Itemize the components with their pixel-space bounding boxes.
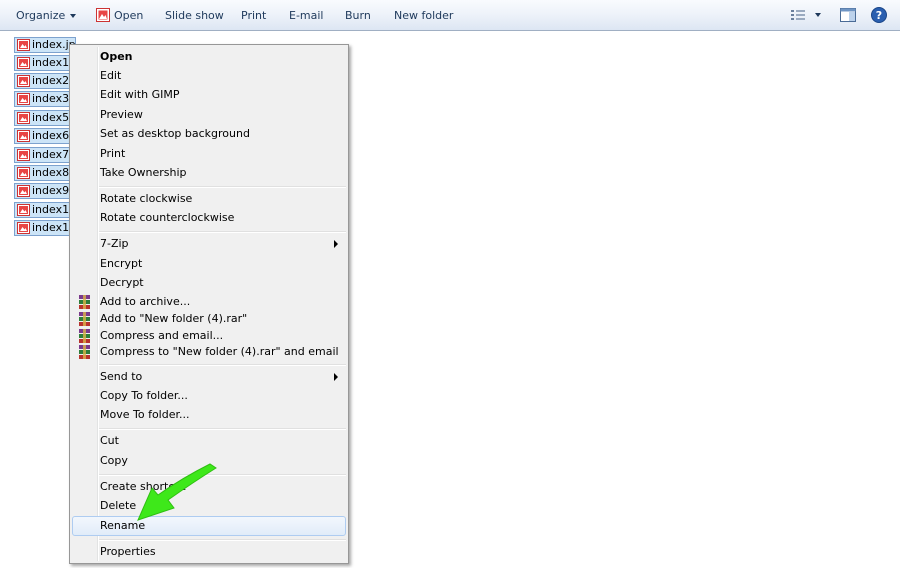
submenu-arrow-icon bbox=[334, 373, 338, 381]
image-open-icon[interactable] bbox=[96, 8, 110, 22]
file-item[interactable]: index7.jp bbox=[14, 147, 76, 163]
menu-item-label: Rotate clockwise bbox=[100, 192, 193, 205]
open-button[interactable]: Open bbox=[114, 0, 143, 31]
menu-item-copy-to-folder[interactable]: Copy To folder... bbox=[72, 387, 346, 405]
menu-separator bbox=[99, 364, 346, 366]
menu-item-edit-gimp[interactable]: Edit with GIMP bbox=[72, 86, 346, 104]
file-item[interactable]: index10. bbox=[14, 202, 76, 218]
menu-item-encrypt[interactable]: Encrypt bbox=[72, 255, 346, 273]
menu-item-send-to[interactable]: Send to bbox=[72, 368, 346, 386]
menu-item-label: Send to bbox=[100, 370, 143, 383]
menu-item-7zip[interactable]: 7-Zip bbox=[72, 235, 346, 253]
menu-separator bbox=[99, 428, 346, 430]
winrar-icon bbox=[79, 312, 90, 326]
file-item[interactable]: index2.jp bbox=[14, 73, 76, 89]
image-file-icon bbox=[17, 93, 30, 105]
views-chevron-down-icon[interactable] bbox=[815, 13, 821, 17]
menu-item-label: Rotate counterclockwise bbox=[100, 211, 235, 224]
file-item[interactable]: index.jpg bbox=[14, 37, 76, 53]
menu-item-label: Move To folder... bbox=[100, 408, 190, 421]
email-button[interactable]: E-mail bbox=[289, 0, 324, 31]
menu-item-label: Print bbox=[100, 147, 126, 160]
image-file-icon bbox=[17, 149, 30, 161]
file-item[interactable]: index5.jp bbox=[14, 110, 76, 126]
organize-label: Organize bbox=[16, 9, 66, 22]
menu-item-add-to-rar[interactable]: Add to "New folder (4).rar" bbox=[72, 310, 346, 328]
menu-separator bbox=[99, 539, 346, 541]
help-icon[interactable]: ? bbox=[871, 7, 887, 23]
menu-item-label: Encrypt bbox=[100, 257, 143, 270]
menu-item-edit[interactable]: Edit bbox=[72, 67, 346, 85]
menu-separator bbox=[99, 231, 346, 233]
image-file-icon bbox=[17, 75, 30, 87]
winrar-icon bbox=[79, 345, 90, 359]
preview-pane-icon[interactable] bbox=[840, 8, 856, 23]
image-file-icon bbox=[17, 39, 30, 51]
image-file-icon bbox=[17, 222, 30, 234]
winrar-icon bbox=[79, 295, 90, 309]
menu-item-label: Open bbox=[100, 50, 133, 63]
chevron-down-icon bbox=[70, 14, 77, 18]
views-icon[interactable] bbox=[790, 8, 807, 23]
image-file-icon bbox=[17, 112, 30, 124]
menu-item-label: Preview bbox=[100, 108, 143, 121]
menu-item-add-to-archive[interactable]: Add to archive... bbox=[72, 293, 346, 311]
menu-item-label: Compress to "New folder (4).rar" and ema… bbox=[100, 345, 339, 358]
menu-item-label: Decrypt bbox=[100, 276, 144, 289]
menu-item-cut[interactable]: Cut bbox=[72, 432, 346, 450]
menu-item-label: Add to "New folder (4).rar" bbox=[100, 312, 248, 325]
winrar-icon bbox=[79, 329, 90, 343]
file-item[interactable]: index9.jp bbox=[14, 183, 76, 199]
menu-item-set-desktop-background[interactable]: Set as desktop background bbox=[72, 125, 346, 143]
menu-item-label: Cut bbox=[100, 434, 119, 447]
submenu-arrow-icon bbox=[334, 240, 338, 248]
menu-item-label: Copy To folder... bbox=[100, 389, 188, 402]
file-item[interactable]: index11. bbox=[14, 220, 76, 236]
menu-item-label: Take Ownership bbox=[100, 166, 187, 179]
image-file-icon bbox=[17, 167, 30, 179]
menu-item-properties[interactable]: Properties bbox=[72, 543, 346, 561]
menu-item-compress-rar-and-email[interactable]: Compress to "New folder (4).rar" and ema… bbox=[72, 343, 346, 361]
menu-item-decrypt[interactable]: Decrypt bbox=[72, 274, 346, 292]
menu-item-label: 7-Zip bbox=[100, 237, 129, 250]
menu-item-take-ownership[interactable]: Take Ownership bbox=[72, 164, 346, 182]
image-file-icon bbox=[17, 185, 30, 197]
image-file-icon bbox=[17, 57, 30, 69]
menu-item-label: Add to archive... bbox=[100, 295, 191, 308]
file-item[interactable]: index6.jp bbox=[14, 128, 76, 144]
file-item[interactable]: index3.jp bbox=[14, 91, 76, 107]
menu-item-print[interactable]: Print bbox=[72, 145, 346, 163]
menu-item-rotate-clockwise[interactable]: Rotate clockwise bbox=[72, 190, 346, 208]
green-arrow-icon bbox=[137, 463, 217, 521]
menu-item-label: Edit bbox=[100, 69, 122, 82]
image-file-icon bbox=[17, 204, 30, 216]
print-button[interactable]: Print bbox=[241, 0, 266, 31]
image-file-icon bbox=[17, 130, 30, 142]
menu-item-preview[interactable]: Preview bbox=[72, 106, 346, 124]
menu-item-open[interactable]: Open bbox=[72, 48, 346, 66]
menu-item-label: Edit with GIMP bbox=[100, 88, 180, 101]
command-bar: Organize Open Slide show Print E-mail Bu… bbox=[0, 0, 900, 31]
menu-item-move-to-folder[interactable]: Move To folder... bbox=[72, 406, 346, 424]
menu-item-label: Properties bbox=[100, 545, 156, 558]
new-folder-button[interactable]: New folder bbox=[394, 0, 453, 31]
svg-text:?: ? bbox=[876, 9, 882, 22]
menu-item-label: Set as desktop background bbox=[100, 127, 250, 140]
file-item[interactable]: index8.jp bbox=[14, 165, 76, 181]
file-item[interactable]: index1.jp bbox=[14, 55, 76, 71]
menu-item-rotate-counterclockwise[interactable]: Rotate counterclockwise bbox=[72, 209, 346, 227]
menu-separator bbox=[99, 186, 346, 188]
menu-item-label: Copy bbox=[100, 454, 128, 467]
slideshow-button[interactable]: Slide show bbox=[165, 0, 224, 31]
burn-button[interactable]: Burn bbox=[345, 0, 371, 31]
organize-button[interactable]: Organize bbox=[16, 0, 77, 31]
